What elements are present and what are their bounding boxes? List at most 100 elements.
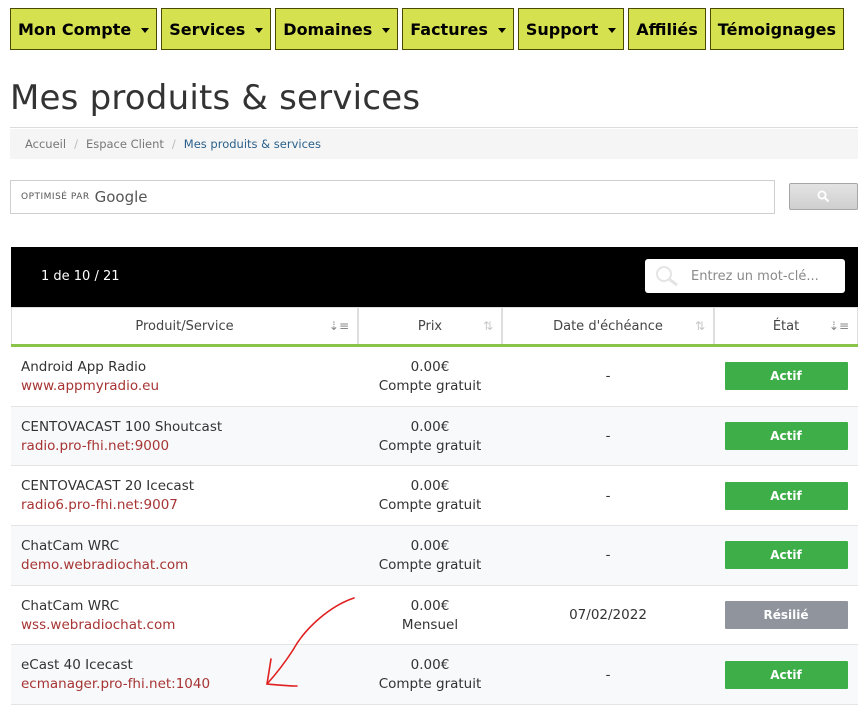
status-badge: Actif bbox=[724, 660, 848, 689]
product-domain: ecmanager.pro-fhi.net:1040 bbox=[21, 676, 211, 693]
product-name: CENTOVACAST 20 Icecast bbox=[21, 478, 195, 495]
product-cell: Android App Radio www.appmyradio.eu bbox=[11, 347, 358, 406]
table-row[interactable]: CENTOVACAST 20 Icecast radio6.pro-fhi.net… bbox=[11, 466, 858, 527]
due-date-cell: - bbox=[502, 407, 714, 466]
price-amount: 0.00€ bbox=[410, 418, 450, 435]
status-cell: Résilié bbox=[714, 586, 858, 645]
search-icon bbox=[817, 190, 830, 203]
due-date-cell: - bbox=[502, 466, 714, 525]
nav-domaines[interactable]: Domaines bbox=[275, 8, 399, 50]
product-name: ChatCam WRC bbox=[21, 537, 120, 554]
nav-label: Témoignages bbox=[717, 19, 837, 39]
pagination-info: 1 de 10 / 21 bbox=[41, 269, 120, 284]
status-badge: Actif bbox=[724, 481, 848, 510]
column-header-status[interactable]: État ⇣≡ bbox=[714, 307, 858, 344]
column-header-product[interactable]: Produit/Service ⇣≡ bbox=[11, 307, 358, 344]
table-row[interactable]: eCast 40 Icecast ecmanager.pro-fhi.net:10… bbox=[11, 645, 858, 706]
nav-factures[interactable]: Factures bbox=[402, 8, 514, 50]
caret-down-icon bbox=[255, 27, 264, 33]
status-badge: Actif bbox=[724, 362, 848, 391]
breadcrumb-separator: / bbox=[171, 137, 176, 151]
product-name: Android App Radio bbox=[21, 358, 147, 375]
nav-mon-compte[interactable]: Mon Compte bbox=[10, 8, 158, 50]
product-cell: eCast 40 Icecast ecmanager.pro-fhi.net:10… bbox=[11, 645, 358, 704]
product-domain: wss.webradiochat.com bbox=[21, 616, 176, 633]
due-date: - bbox=[605, 487, 611, 504]
price-cell: 0.00€ Compte gratuit bbox=[358, 645, 502, 704]
billing-cycle: Compte gratuit bbox=[378, 437, 482, 454]
due-date-cell: - bbox=[502, 645, 714, 704]
price-cell: 0.00€ Compte gratuit bbox=[358, 407, 502, 466]
nav-label: Affiliés bbox=[636, 19, 698, 39]
status-badge: Actif bbox=[724, 422, 848, 451]
due-date: - bbox=[605, 428, 611, 445]
due-date: - bbox=[605, 368, 611, 385]
price-amount: 0.00€ bbox=[410, 358, 450, 375]
nav-support[interactable]: Support bbox=[517, 8, 625, 50]
nav-temoignages[interactable]: Témoignages bbox=[709, 8, 845, 50]
search-icon bbox=[656, 266, 678, 287]
status-badge: Actif bbox=[724, 541, 848, 570]
status-cell: Actif bbox=[714, 347, 858, 406]
caret-down-icon bbox=[382, 27, 391, 33]
due-date: 07/02/2022 bbox=[569, 607, 647, 624]
sort-icon: ⇣≡ bbox=[828, 319, 849, 333]
column-header-due-date[interactable]: Date d'échéance ⇅ bbox=[502, 307, 714, 344]
sort-icon: ⇣≡ bbox=[328, 319, 349, 333]
column-label: Produit/Service bbox=[135, 318, 234, 334]
table-row[interactable]: ChatCam WRC demo.webradiochat.com 0.00€ Com… bbox=[11, 526, 858, 586]
billing-cycle: Compte gratuit bbox=[378, 377, 482, 394]
breadcrumb-home[interactable]: Accueil bbox=[25, 137, 66, 151]
price-amount: 0.00€ bbox=[410, 478, 450, 495]
product-domain: radio6.pro-fhi.net:9007 bbox=[21, 497, 178, 514]
table-row[interactable]: CENTOVACAST 100 Shoutcast radio.pro-fhi.n… bbox=[11, 406, 858, 467]
product-cell: ChatCam WRC wss.webradiochat.com bbox=[11, 586, 358, 645]
breadcrumb-client-area[interactable]: Espace Client bbox=[86, 137, 164, 151]
product-cell: ChatCam WRC demo.webradiochat.com bbox=[11, 526, 358, 585]
breadcrumb: Accueil / Espace Client / Mes produits &… bbox=[10, 129, 858, 159]
price-amount: 0.00€ bbox=[410, 597, 450, 614]
nav-label: Mon Compte bbox=[18, 19, 132, 39]
price-amount: 0.00€ bbox=[410, 657, 450, 674]
page-title: Mes produits & services bbox=[10, 78, 421, 118]
table-row[interactable]: ChatCam WRC wss.webradiochat.com 0.00€ Mens… bbox=[11, 586, 858, 646]
nav-services[interactable]: Services bbox=[161, 8, 272, 50]
status-cell: Actif bbox=[714, 407, 858, 466]
billing-cycle: Compte gratuit bbox=[378, 497, 482, 514]
google-search-button[interactable] bbox=[789, 183, 858, 210]
product-domain: www.appmyradio.eu bbox=[21, 377, 160, 394]
nav-label: Support bbox=[525, 19, 599, 39]
title-divider bbox=[10, 127, 858, 128]
google-search-input[interactable]: OPTIMISÉ PAR Google bbox=[10, 180, 775, 214]
nav-affilies[interactable]: Affiliés bbox=[628, 8, 706, 50]
price-cell: 0.00€ Compte gratuit bbox=[358, 466, 502, 525]
column-label: Prix bbox=[417, 318, 443, 334]
filter-input[interactable] bbox=[691, 268, 831, 284]
due-date-cell: 07/02/2022 bbox=[502, 586, 714, 645]
table-body: Android App Radio www.appmyradio.eu 0.00€ C… bbox=[11, 347, 858, 706]
status-badge: Résilié bbox=[724, 601, 848, 630]
price-amount: 0.00€ bbox=[410, 537, 450, 554]
price-cell: 0.00€ Compte gratuit bbox=[358, 347, 502, 406]
due-date-cell: - bbox=[502, 526, 714, 585]
table-row[interactable]: Android App Radio www.appmyradio.eu 0.00€ C… bbox=[11, 347, 858, 407]
billing-cycle: Mensuel bbox=[401, 616, 459, 633]
table-toolbar: 1 de 10 / 21 bbox=[11, 247, 858, 307]
sort-icon: ⇅ bbox=[694, 319, 705, 333]
product-cell: CENTOVACAST 20 Icecast radio6.pro-fhi.net… bbox=[11, 466, 358, 525]
caret-down-icon bbox=[608, 27, 617, 33]
column-label: État bbox=[772, 318, 800, 334]
product-domain: demo.webradiochat.com bbox=[21, 556, 189, 573]
product-name: CENTOVACAST 100 Shoutcast bbox=[21, 418, 223, 435]
caret-down-icon bbox=[497, 27, 506, 33]
status-cell: Actif bbox=[714, 526, 858, 585]
price-cell: 0.00€ Mensuel bbox=[358, 586, 502, 645]
table-header: Produit/Service ⇣≡ Prix ⇅ Date d'échéanc… bbox=[11, 307, 858, 347]
column-header-price[interactable]: Prix ⇅ bbox=[358, 307, 502, 344]
column-label: Date d'échéance bbox=[553, 318, 663, 334]
nav-label: Domaines bbox=[283, 19, 373, 39]
billing-cycle: Compte gratuit bbox=[378, 676, 482, 693]
main-nav: Mon Compte Services Domaines Factures Su… bbox=[10, 8, 848, 50]
table-filter[interactable] bbox=[645, 259, 845, 293]
google-brand: Google bbox=[94, 188, 148, 206]
